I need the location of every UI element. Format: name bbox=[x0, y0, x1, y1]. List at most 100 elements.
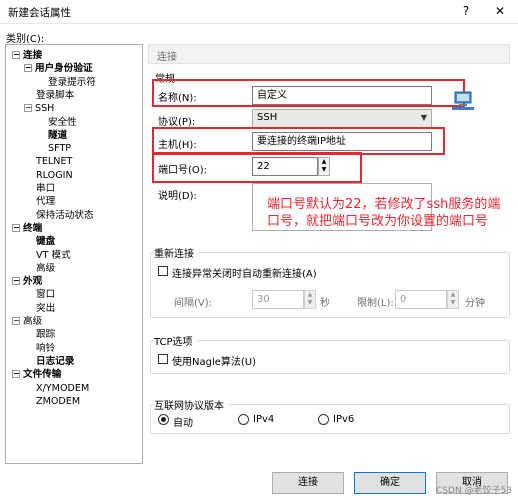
tree-item-label: 高级 bbox=[23, 316, 43, 327]
tree-item[interactable]: 突出 bbox=[36, 302, 55, 315]
ipv4-label: IPv4 bbox=[253, 414, 275, 425]
chevron-down-icon: ▼ bbox=[420, 113, 427, 122]
tree-item[interactable]: 串口 bbox=[36, 182, 55, 195]
tree-item[interactable]: TELNET bbox=[36, 155, 72, 168]
tree-item[interactable]: 窗口 bbox=[36, 288, 55, 301]
tree-item[interactable]: X/YMODEM bbox=[36, 382, 89, 395]
port-highlight-box bbox=[152, 152, 362, 183]
category-label: 类别(C): bbox=[6, 34, 45, 45]
tree-item-label: 登录提示符 bbox=[48, 76, 96, 88]
connect-button[interactable]: 连接 bbox=[272, 472, 344, 494]
tree-item[interactable]: − 终端 bbox=[12, 222, 42, 235]
description-label: 说明(D): bbox=[158, 191, 197, 202]
tree-item-label: VT 模式 bbox=[36, 249, 71, 261]
tree-item-label: 高级 bbox=[36, 262, 56, 274]
tree-item[interactable]: − 用户身份验证 bbox=[24, 62, 93, 75]
tree-item-label: 安全性 bbox=[48, 116, 77, 128]
port-annotation: 端口号默认为22，若修改了ssh服务的端口号，就把端口号改为你设置的端口号 bbox=[267, 197, 501, 229]
ip-auto-label: 自动 bbox=[173, 418, 193, 429]
tree-item-label: 代理 bbox=[36, 196, 56, 208]
tree-item-label: 跟踪 bbox=[36, 329, 56, 341]
tree-item[interactable]: 登录脚本 bbox=[36, 89, 74, 102]
panel-header-title: 连接 bbox=[157, 52, 177, 63]
tree-item[interactable]: 代理 bbox=[36, 195, 55, 208]
ipv4-radio[interactable] bbox=[238, 414, 249, 425]
tree-item[interactable]: 高级 bbox=[36, 262, 55, 275]
tree-item-label: 串口 bbox=[36, 183, 56, 194]
tcp-title: TCP选项 bbox=[154, 333, 197, 348]
tree-item[interactable]: 保持活动状态 bbox=[36, 209, 94, 222]
tree-item[interactable]: RLOGIN bbox=[36, 169, 73, 182]
tree-item-label: 突出 bbox=[36, 302, 56, 314]
tree-item[interactable]: 日志记录 bbox=[36, 355, 74, 368]
limit-unit: 分钟 bbox=[465, 298, 485, 309]
name-highlight-box bbox=[152, 79, 465, 107]
tree-item-label: TELNET bbox=[36, 156, 73, 168]
collapse-toggle-icon[interactable]: − bbox=[12, 277, 20, 286]
tree-item-label: 外观 bbox=[23, 276, 43, 288]
tree-item-label: 用户身份验证 bbox=[35, 63, 93, 75]
title-bar: 新建会话属性 ? ✕ bbox=[0, 0, 518, 24]
category-tree[interactable]: − 连接 − 用户身份验证 登录提示符 登录脚本 − SSH 安全性 隧道 SFTP TELNET RL… bbox=[5, 44, 143, 464]
nagle-label: 使用Nagle算法(U) bbox=[172, 357, 257, 368]
tree-item[interactable]: − 文件传输 bbox=[12, 368, 61, 381]
help-button[interactable]: ? bbox=[456, 4, 476, 18]
window-title: 新建会话属性 bbox=[8, 7, 71, 19]
tree-item[interactable]: 跟踪 bbox=[36, 328, 55, 341]
tree-item-label: 连接 bbox=[23, 50, 43, 61]
tree-item[interactable]: SFTP bbox=[48, 142, 71, 155]
close-button[interactable]: ✕ bbox=[490, 4, 510, 18]
tree-item[interactable]: 登录提示符 bbox=[48, 76, 96, 89]
panel-header: 连接 bbox=[148, 44, 510, 64]
tree-item-label: 保持活动状态 bbox=[36, 209, 94, 221]
nagle-checkbox[interactable] bbox=[158, 354, 168, 364]
network-icon bbox=[452, 91, 474, 110]
tree-item[interactable]: 安全性 bbox=[48, 116, 77, 129]
collapse-toggle-icon[interactable]: − bbox=[12, 370, 20, 379]
collapse-toggle-icon[interactable]: − bbox=[12, 223, 20, 232]
tree-item[interactable]: − 高级 bbox=[12, 315, 42, 328]
tree-item[interactable]: − SSH bbox=[24, 102, 54, 115]
tree-item-label: RLOGIN bbox=[36, 169, 73, 181]
tree-item[interactable]: 响铃 bbox=[36, 342, 55, 355]
watermark: CSDN @老饺子53 bbox=[436, 486, 512, 496]
collapse-toggle-icon[interactable]: − bbox=[12, 51, 20, 59]
ipv6-label: IPv6 bbox=[333, 414, 355, 425]
tree-item-label: ZMODEM bbox=[36, 395, 81, 407]
limit-spinner[interactable]: ▲ ▼ bbox=[447, 290, 459, 309]
tree-item-label: 终端 bbox=[23, 222, 43, 234]
ipv6-radio[interactable] bbox=[318, 414, 329, 425]
reconnect-title: 重新连接 bbox=[154, 245, 198, 260]
auto-reconnect-label: 连接异常关闭时自动重新连接(A) bbox=[172, 269, 317, 280]
interval-field[interactable]: 30 bbox=[252, 290, 304, 309]
limit-label: 限制(L): bbox=[357, 298, 394, 309]
interval-unit: 秒 bbox=[320, 298, 330, 309]
ip-auto-radio[interactable] bbox=[158, 414, 169, 425]
tree-item[interactable]: 隧道 bbox=[48, 129, 67, 142]
auto-reconnect-checkbox[interactable] bbox=[158, 266, 168, 276]
tree-item-label: 文件传输 bbox=[23, 369, 62, 381]
host-highlight-box bbox=[152, 127, 445, 155]
tree-item-label: 登录脚本 bbox=[36, 89, 75, 101]
interval-spinner[interactable]: ▲ ▼ bbox=[304, 290, 316, 309]
tree-item[interactable]: − 外观 bbox=[12, 275, 42, 288]
ip-version-title: 互联网协议版本 bbox=[154, 397, 228, 412]
collapse-toggle-icon[interactable]: − bbox=[12, 317, 20, 325]
tree-item[interactable]: − 连接 bbox=[12, 49, 42, 62]
interval-label: 间隔(V): bbox=[174, 298, 213, 309]
tree-item-label: 隧道 bbox=[48, 129, 68, 141]
collapse-toggle-icon[interactable]: − bbox=[24, 104, 32, 113]
tree-item[interactable]: VT 模式 bbox=[36, 249, 71, 262]
protocol-select[interactable]: SSH ▼ bbox=[252, 109, 432, 128]
tree-item-label: 日志记录 bbox=[36, 355, 75, 367]
limit-field[interactable]: 0 bbox=[395, 290, 447, 309]
tree-item-label: X/YMODEM bbox=[36, 382, 90, 394]
tree-item-label: SSH bbox=[35, 103, 55, 115]
tree-item-label: 窗口 bbox=[36, 289, 56, 301]
ok-button[interactable]: 确定 bbox=[354, 472, 426, 494]
tree-item[interactable]: 键盘 bbox=[36, 235, 55, 248]
tree-item[interactable]: ZMODEM bbox=[36, 395, 80, 408]
protocol-select-value: SSH bbox=[257, 112, 278, 123]
protocol-label: 协议(P): bbox=[158, 117, 196, 128]
collapse-toggle-icon[interactable]: − bbox=[24, 64, 32, 73]
